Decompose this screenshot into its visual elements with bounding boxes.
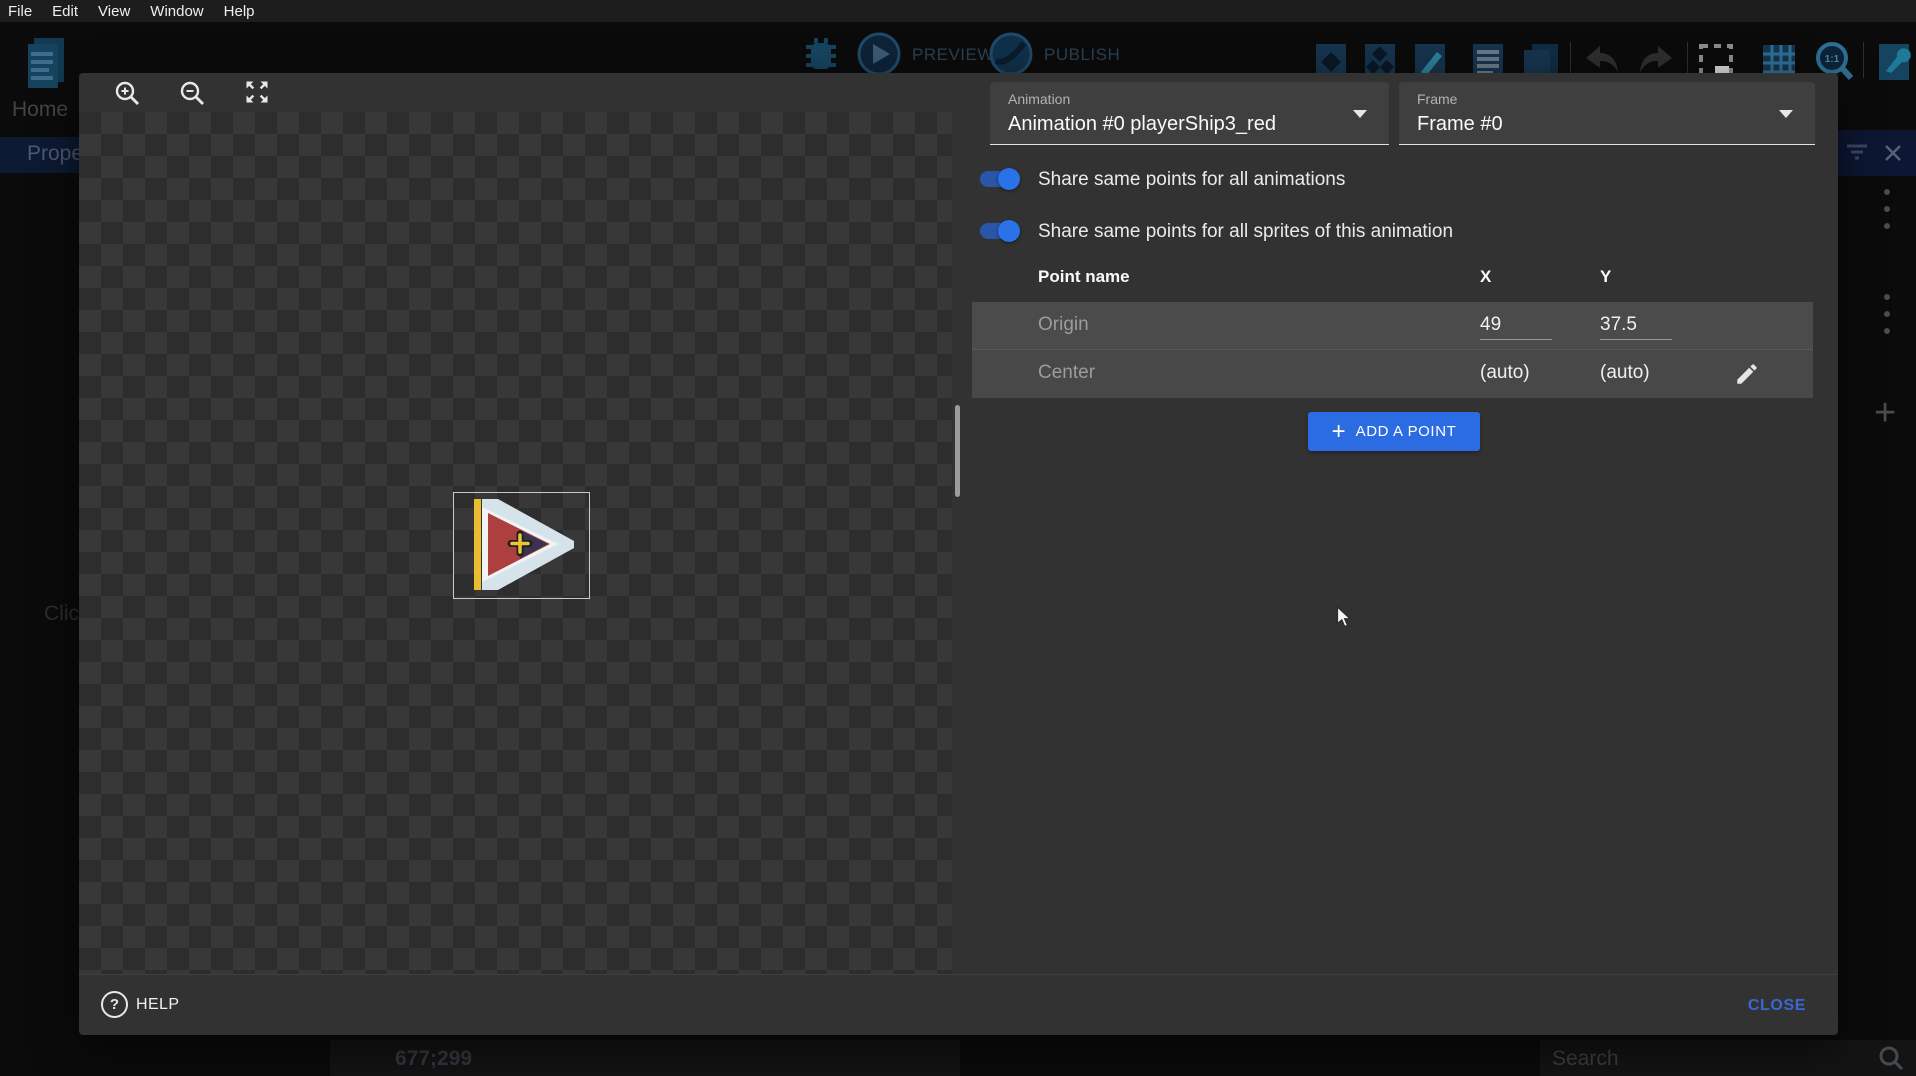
point-name: Origin	[1038, 314, 1089, 336]
svg-text:1:1: 1:1	[1825, 54, 1840, 65]
menu-item-help[interactable]: Help	[224, 3, 255, 20]
table-row-center: Center (auto) (auto)	[972, 350, 1813, 398]
mouse-cursor	[1336, 606, 1356, 628]
canvas-scrollbar[interactable]	[955, 405, 960, 497]
play-icon	[856, 31, 902, 77]
zoom-out-icon[interactable]	[178, 79, 206, 107]
publish-icon	[988, 31, 1034, 77]
kebab-menu-icon	[1881, 283, 1893, 343]
toggle-share-all-sprites[interactable]	[978, 219, 1020, 243]
toggle-share-all-animations-label: Share same points for all animations	[1038, 168, 1345, 192]
origin-y-field[interactable]: 37.5	[1600, 314, 1672, 340]
menu-item-window[interactable]: Window	[150, 3, 203, 20]
points-table-header: Point name X Y	[972, 267, 1813, 297]
panel-close-icon	[1884, 144, 1902, 162]
points-editor-dialog: Animation Animation #0 playerShip3_red F…	[79, 73, 1838, 1035]
search-icon	[1878, 1045, 1904, 1071]
center-y-value: (auto)	[1600, 362, 1650, 384]
toggle-share-all-sprites-label: Share same points for all sprites of thi…	[1038, 220, 1453, 244]
preview-button: PREVIEW	[856, 31, 986, 77]
table-row-origin: Origin 49 37.5	[972, 302, 1813, 350]
add-icon: +	[1874, 398, 1896, 428]
center-x-value: (auto)	[1480, 362, 1530, 384]
zoom-in-icon[interactable]	[113, 79, 141, 107]
header-y: Y	[1600, 267, 1611, 287]
search-input: Search	[1552, 1047, 1619, 1071]
help-button[interactable]: ? HELP	[101, 991, 221, 1019]
point-name: Center	[1038, 362, 1095, 384]
menubar: File Edit View Window Help	[0, 0, 1916, 22]
frame-select-label: Frame	[1417, 91, 1457, 107]
fit-to-view-icon[interactable]	[243, 78, 271, 106]
menu-item-file[interactable]: File	[8, 3, 32, 20]
publish-button: PUBLISH	[988, 31, 1118, 77]
header-x: X	[1480, 267, 1491, 287]
canvas-toolbar	[79, 73, 952, 112]
menu-item-edit[interactable]: Edit	[52, 3, 78, 20]
properties-tab: Proper	[0, 137, 79, 173]
kebab-menu-icon	[1881, 178, 1893, 238]
plus-icon: +	[1332, 422, 1346, 442]
close-button[interactable]: CLOSE	[1748, 997, 1806, 1015]
project-manager-icon	[24, 36, 68, 92]
frame-select-value: Frame #0	[1417, 113, 1503, 136]
status-coordinates: 677;299	[395, 1047, 472, 1071]
edit-pencil-icon[interactable]	[1734, 361, 1760, 387]
panel-header-bar	[1838, 130, 1916, 176]
animation-select-label: Animation	[1008, 91, 1070, 107]
spaceship-sprite	[460, 497, 582, 593]
header-point-name: Point name	[1038, 267, 1130, 287]
frame-select[interactable]: Frame Frame #0	[1399, 82, 1815, 145]
filter-icon	[1846, 144, 1868, 162]
tools-icon	[1875, 42, 1913, 82]
animation-select[interactable]: Animation Animation #0 playerShip3_red	[990, 82, 1389, 145]
toggle-share-all-animations[interactable]	[978, 167, 1020, 191]
add-point-button[interactable]: + ADD A POINT	[1308, 412, 1480, 451]
chevron-down-icon	[1353, 110, 1367, 118]
menu-item-view[interactable]: View	[98, 3, 130, 20]
sprite-selection-box[interactable]	[453, 492, 590, 599]
origin-x-field[interactable]: 49	[1480, 314, 1552, 340]
statusbar: 677;299	[330, 1040, 960, 1076]
search-bar: Search	[1540, 1040, 1916, 1076]
sprite-canvas[interactable]	[79, 112, 952, 974]
animation-select-value: Animation #0 playerShip3_red	[1008, 113, 1276, 136]
screen: File Edit View Window Help Home Proper C…	[0, 0, 1916, 1076]
dialog-footer: ? HELP CLOSE	[79, 974, 1838, 1036]
debug-icon	[798, 33, 844, 77]
home-tab: Home	[12, 98, 68, 122]
chevron-down-icon	[1779, 110, 1793, 118]
help-icon: ?	[101, 991, 128, 1018]
